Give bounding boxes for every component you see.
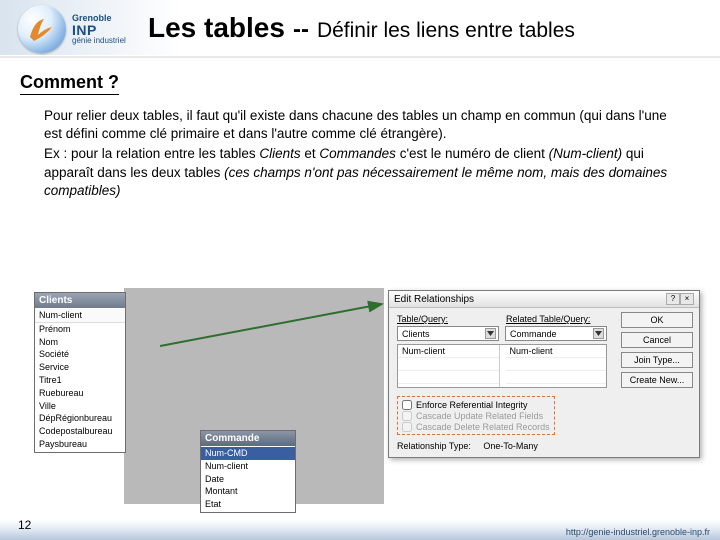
title-main: Les tables [148,12,285,44]
diagram-area: Clients Num-client Prénom Nom Société Se… [0,268,720,518]
slide-title: Les tables -- Définir les liens entre ta… [148,12,575,44]
edit-relationships-dialog[interactable]: Edit Relationships ? × OK Cancel Join Ty… [388,290,700,458]
field-item[interactable]: Société [35,348,125,361]
ok-button[interactable]: OK [621,312,693,328]
dialog-titlebar[interactable]: Edit Relationships ? × [389,291,699,308]
field-item[interactable]: Titre1 [35,374,125,387]
grid-cell[interactable] [398,371,499,384]
field-item[interactable]: Codepostalbureau [35,425,125,438]
grid-cell-right[interactable]: Num-client [506,345,607,358]
footer-url: http://genie-industriel.grenoble-inp.fr [566,527,710,537]
field-item[interactable]: Etat [201,498,295,511]
reltype-value: One-To-Many [483,441,538,451]
section-heading: Comment ? [20,72,119,95]
field-item[interactable]: Nom [35,336,125,349]
body-text: Pour relier deux tables, il faut qu'il e… [44,107,680,200]
combo-labels: Table/Query: Related Table/Query: [397,314,607,324]
grid-cell-left[interactable]: Num-client [398,345,499,358]
grid-cell[interactable] [506,371,607,384]
title-separator: -- [293,16,309,44]
reltype-label: Relationship Type: [397,441,471,451]
institution-logo: Grenoble INP génie industriel [18,6,128,52]
field-item[interactable]: Date [201,473,295,486]
field-item[interactable]: Num-client [35,309,125,323]
create-new-button[interactable]: Create New... [621,372,693,388]
join-type-button[interactable]: Join Type... [621,352,693,368]
field-item[interactable]: Prénom [35,323,125,336]
field-item[interactable]: Num-client [201,460,295,473]
paragraph-1: Pour relier deux tables, il faut qu'il e… [44,107,680,143]
chevron-down-icon[interactable] [593,328,604,339]
label-table-query: Table/Query: [397,314,498,324]
header-bar: Grenoble INP génie industriel Les tables… [0,0,720,58]
cancel-button[interactable]: Cancel [621,332,693,348]
field-item[interactable]: Num-CMD [201,447,295,460]
table-header-commande: Commande [201,431,295,446]
table-window-commande[interactable]: Commande Num-CMD Num-client Date Montant… [200,430,296,513]
field-list-clients: Num-client Prénom Nom Société Service Ti… [35,308,125,452]
checkbox-cascade-update[interactable]: Cascade Update Related Fields [402,411,550,421]
field-list-commande: Num-CMD Num-client Date Montant Etat [201,446,295,512]
logo-line3: génie industriel [72,37,126,45]
logo-icon [26,13,58,45]
relationship-type-row: Relationship Type: One-To-Many [397,441,607,451]
grid-cell[interactable] [506,358,607,371]
chevron-down-icon[interactable] [485,328,496,339]
checkbox-enforce-ri[interactable]: Enforce Referential Integrity [402,400,550,410]
logo-text: Grenoble INP génie industriel [72,14,126,45]
field-item[interactable]: DépRégionbureau [35,412,125,425]
paragraph-2: Ex : pour la relation entre les tables C… [44,145,680,200]
dialog-title: Edit Relationships [394,294,474,305]
logo-line2: INP [72,23,126,37]
field-item[interactable]: Paysbureau [35,438,125,451]
combo-left-table[interactable]: Clients [397,326,499,341]
referential-integrity-group: Enforce Referential Integrity Cascade Up… [397,396,555,435]
table-header-clients: Clients [35,293,125,308]
help-icon[interactable]: ? [666,293,680,305]
field-mapping-grid[interactable]: Num-client Num-client [397,344,607,388]
combo-right-table[interactable]: Commande [505,326,607,341]
field-item[interactable]: Ville [35,400,125,413]
close-icon[interactable]: × [680,293,694,305]
field-item[interactable]: Montant [201,485,295,498]
field-item[interactable]: Ruebureau [35,387,125,400]
title-sub: Définir les liens entre tables [317,19,575,43]
logo-badge [18,5,66,53]
page-number: 12 [18,518,31,532]
label-related-table: Related Table/Query: [506,314,607,324]
checkbox-cascade-delete[interactable]: Cascade Delete Related Records [402,422,550,432]
dialog-buttons: OK Cancel Join Type... Create New... [621,312,693,388]
window-controls: ? × [666,293,694,305]
grid-cell[interactable] [398,358,499,371]
field-item[interactable]: Service [35,361,125,374]
table-window-clients[interactable]: Clients Num-client Prénom Nom Société Se… [34,292,126,453]
